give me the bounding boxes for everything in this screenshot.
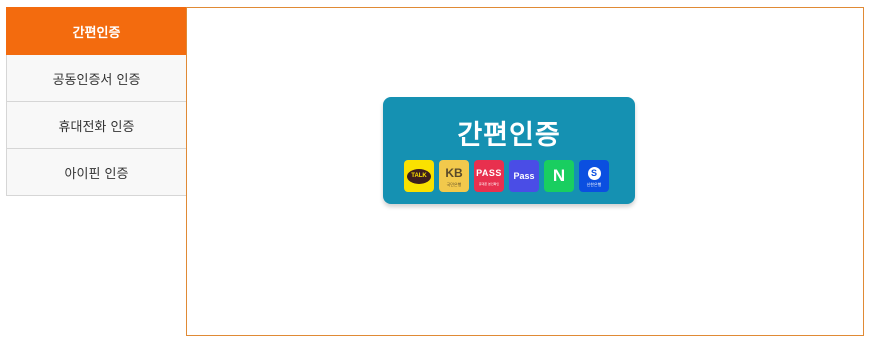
auth-page: 간편인증 공동인증서 인증 휴대전화 인증 아이핀 인증 간편인증 TALK K… (0, 0, 871, 344)
kb-sub-label: 국민은행 (446, 182, 462, 187)
tab-ipin-auth[interactable]: 아이핀 인증 (6, 149, 187, 196)
pass-red-sub-label: 휴대폰 본인확인 (478, 182, 500, 186)
tab-label: 간편인증 (72, 25, 121, 41)
simple-auth-title: 간편인증 (457, 120, 561, 151)
tab-simple-auth[interactable]: 간편인증 (6, 7, 187, 55)
shinhan-icon: S 신한은행 (579, 160, 609, 192)
tab-certificate-auth[interactable]: 공동인증서 인증 (6, 55, 187, 102)
kb-bank-icon: KB 국민은행 (439, 160, 469, 192)
shinhan-mark: S (587, 166, 601, 180)
pass-blue-label: Pass (513, 171, 535, 181)
auth-method-tabs: 간편인증 공동인증서 인증 휴대전화 인증 아이핀 인증 (6, 7, 187, 196)
tab-label: 공동인증서 인증 (52, 72, 141, 88)
pass-red-label: PASS (476, 168, 502, 178)
tab-label: 휴대전화 인증 (58, 119, 135, 135)
simple-auth-button[interactable]: 간편인증 TALK KB 국민은행 PASS 휴대폰 본인확인 Pass N S… (383, 97, 635, 204)
auth-content-panel: 간편인증 TALK KB 국민은행 PASS 휴대폰 본인확인 Pass N S… (186, 7, 864, 336)
kb-label: KB (445, 166, 463, 180)
pass-blue-icon: Pass (509, 160, 539, 192)
tab-mobile-auth[interactable]: 휴대전화 인증 (6, 102, 187, 149)
tab-label: 아이핀 인증 (64, 166, 129, 182)
provider-icon-row: TALK KB 국민은행 PASS 휴대폰 본인확인 Pass N S 신한은행 (404, 160, 609, 192)
shinhan-sub-label: 신한은행 (586, 182, 602, 187)
naver-icon: N (544, 160, 574, 192)
naver-label: N (552, 166, 566, 185)
kakaotalk-icon: TALK (404, 160, 434, 192)
kakaotalk-label: TALK (407, 168, 431, 184)
pass-red-icon: PASS 휴대폰 본인확인 (474, 160, 504, 192)
